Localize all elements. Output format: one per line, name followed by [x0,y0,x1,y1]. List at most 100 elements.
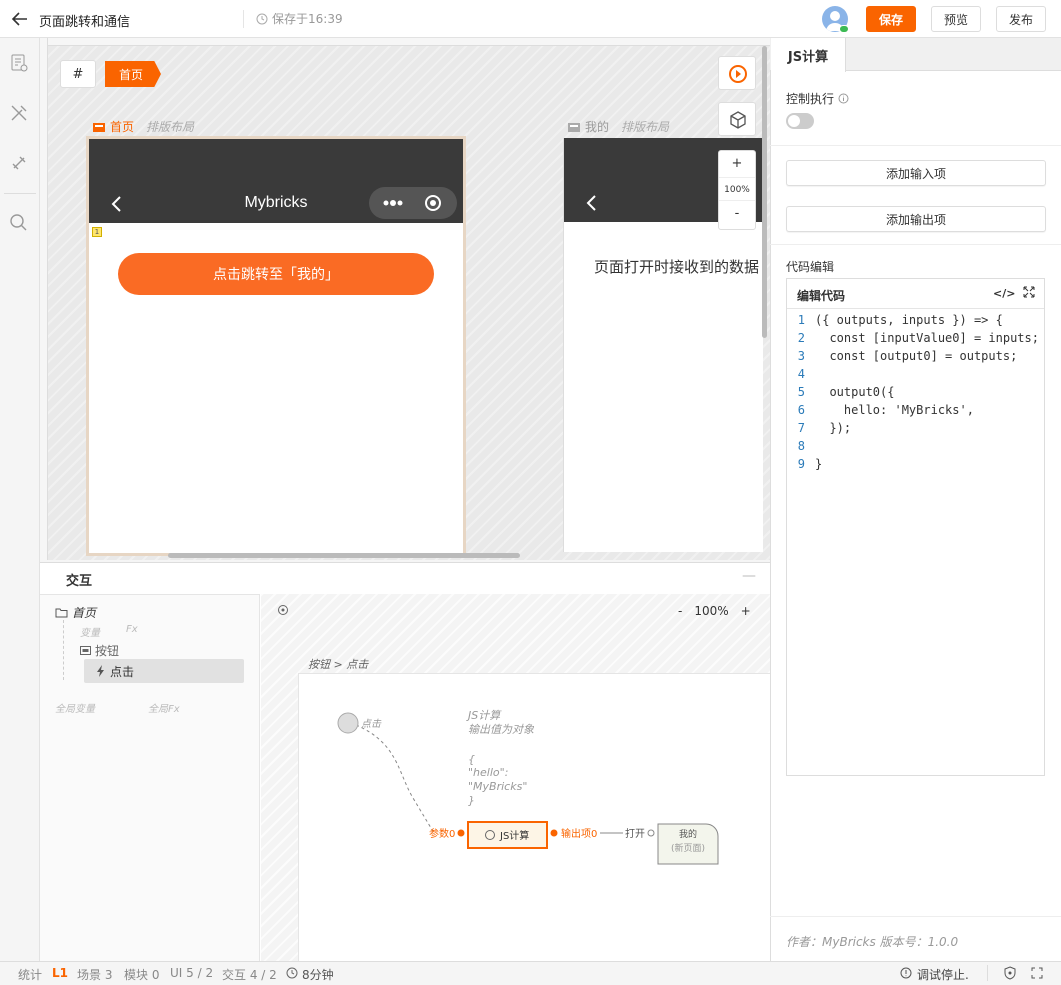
vertical-scrollbar[interactable] [762,46,767,338]
ruler-left [40,38,48,560]
zoom-out-button[interactable]: - [719,201,755,227]
flow-zoom-out-button[interactable]: - [678,604,682,618]
page1-name: 首页 [110,120,135,134]
tree-click-label: 点击 [110,664,135,679]
tree-item-click[interactable]: 点击 [84,659,244,683]
ruler-top [48,38,770,46]
fullscreen-icon[interactable] [1031,967,1043,979]
locate-icon[interactable] [277,604,289,616]
flow-breadcrumb: 按钮 > 点击 [308,658,369,671]
divider [770,244,1061,245]
tree-item-global-var[interactable]: 全局变量 [55,700,95,715]
start-label: 点击 [361,718,382,730]
plugin-icon[interactable] [8,152,30,174]
code-text: hello: 'MyBricks', [815,403,974,417]
outline-icon[interactable] [8,52,30,74]
interaction-title: 交互 [66,574,93,589]
zoom-level: 100% [719,177,755,201]
code-text: output0({ [815,385,895,399]
flow-zoom-level: 100% [694,604,729,618]
zoom-in-button[interactable]: + [719,151,755,177]
online-indicator [839,25,849,33]
button-icon [80,646,91,655]
collapse-button[interactable]: — [742,568,756,584]
flow-diagram: 点击 JS计算 输出值为对象 { "hello": "MyBricks" } 参… [337,709,719,865]
js-node-label: JS计算 [499,829,529,842]
page1-label[interactable]: 首页 排版布局 [92,118,194,135]
mini-program-capsule[interactable] [369,187,457,219]
hash-button[interactable]: # [60,60,96,88]
search-icon[interactable] [8,212,30,234]
preview-button[interactable]: 预览 [931,6,981,32]
flow-zoom-control: - 100% + [678,604,751,618]
nav-back-icon[interactable] [584,194,600,212]
page2-label[interactable]: 我的 排版布局 [567,118,669,135]
tools-icon[interactable] [8,102,30,124]
shield-icon[interactable] [1003,966,1017,980]
comment-line: JS计算 [466,709,502,722]
page2-name: 我的 [585,120,610,134]
code-text: }); [815,421,852,435]
code-format-icon[interactable]: </> [993,287,1015,300]
tree-item-fx[interactable]: Fx [126,624,138,635]
page2-body-text: 页面打开时接收到的数据 [594,258,760,276]
comment-line: } [468,794,475,807]
interaction-count: 交互 4 / 2 [222,968,277,982]
3d-view-button[interactable] [718,102,756,136]
tree-item-home[interactable]: 首页 [55,604,96,621]
divider [770,916,1061,917]
cube-icon [730,111,746,129]
code-line: 9} [797,457,823,471]
code-editor[interactable]: 编辑代码 </> 1({ outputs, inputs }) => { 2 c… [786,278,1045,776]
output-pin-label: 输出项0 [561,827,597,840]
home-page-tag[interactable]: 首页 [105,61,161,87]
tree-item-var[interactable]: 变量 [80,624,100,639]
code-line: 3 const [output0] = outputs; [797,349,1018,363]
horizontal-scrollbar[interactable] [168,553,520,558]
page2-layout: 排版布局 [621,120,670,134]
start-node[interactable] [337,712,359,734]
ui-count: UI 5 / 2 [170,966,214,980]
run-button[interactable] [718,56,756,90]
page1-frame[interactable]: Mybricks 1 点击跳转至「我的」 [86,136,466,556]
info-circle-icon [900,967,912,979]
add-input-button[interactable]: 添加输入项 [786,160,1046,186]
add-output-button[interactable]: 添加输出项 [786,206,1046,232]
input-pin[interactable] [457,829,465,837]
output-pin[interactable] [550,829,558,837]
control-exec-toggle[interactable] [786,113,814,129]
page-icon [568,122,580,132]
author-version: 作者：MyBricks 版本号：1.0.0 [786,935,959,949]
debug-status[interactable]: 调试停止. [917,966,969,983]
code-edit-label: 代码编辑 [786,260,835,274]
expand-icon[interactable] [1023,286,1035,298]
code-text: ({ outputs, inputs }) => { [815,313,1003,327]
back-arrow-icon[interactable] [10,9,30,29]
code-text: const [inputValue0] = inputs; [815,331,1039,345]
save-button[interactable]: 保存 [866,6,916,32]
flow-zoom-in-button[interactable]: + [741,604,751,618]
close-circle-icon[interactable] [423,193,443,213]
open-pin[interactable] [647,829,655,837]
code-editor-title: 编辑代码 [797,289,846,303]
tree-item-global-fx[interactable]: 全局Fx [148,700,180,715]
code-line: 5 output0({ [797,385,895,399]
more-icon[interactable] [379,193,407,213]
publish-button[interactable]: 发布 [996,6,1046,32]
module-count: 模块 0 [124,968,160,982]
info-icon[interactable] [838,93,849,104]
flow-connector-dashed [355,724,435,834]
page-title: 页面跳转和通信 [39,15,131,30]
clock-icon [286,967,298,979]
code-body[interactable]: 1({ outputs, inputs }) => { 2 const [inp… [787,311,1044,473]
save-status-text: 保存于16:39 [272,12,343,26]
tab-js-calc[interactable]: JS计算 [771,38,846,72]
play-circle-icon [729,65,747,83]
code-line: 6 hello: 'MyBricks', [797,403,974,417]
tree-item-button[interactable]: 按钮 [80,642,119,659]
jump-button[interactable]: 点击跳转至「我的」 [118,253,434,295]
comment-line: { [468,753,475,766]
rail-divider [4,193,36,194]
folder-icon [55,608,68,618]
level-indicator: L1 [52,966,68,980]
